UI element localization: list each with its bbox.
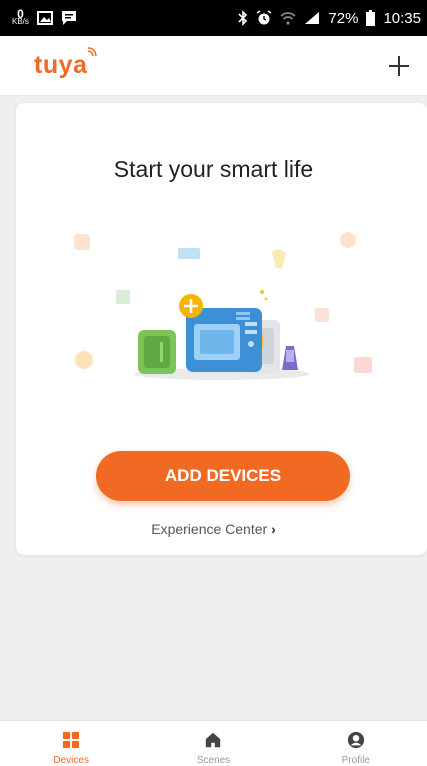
page-title: Start your smart life [113,156,314,182]
clock: 10:35 [383,9,421,27]
status-left: 0 KB/s [12,7,77,26]
tuya-logo: tuya [34,47,98,80]
tab-devices[interactable]: Devices [0,721,142,766]
alarm-icon [256,10,272,26]
bluetooth-icon [238,10,248,26]
tab-profile-label: Profile [341,755,370,766]
status-right: 72% 10:35 [238,10,421,27]
home-icon [206,732,221,748]
app-header: tuya [0,36,427,96]
image-notification-icon [36,11,53,25]
smart-devices-illustration [74,232,372,380]
status-bar: 0 KB/s 72% 10:35 [0,0,427,36]
add-icon[interactable] [385,52,413,80]
message-notification-icon [61,10,77,26]
chevron-right-icon: › [271,521,276,537]
tab-devices-label: Devices [53,755,89,766]
tab-scenes[interactable]: Scenes [142,721,284,766]
data-speed-indicator: 0 KB/s [12,7,29,26]
tab-scenes-label: Scenes [196,755,231,766]
experience-center-link[interactable]: Experience Center › [0,521,427,537]
tab-profile[interactable]: Profile [285,721,427,766]
experience-center-label: Experience Center [151,521,268,537]
bottom-tab-bar: Devices Scenes Profile [0,720,427,766]
battery-percent: 72% [328,9,359,27]
add-devices-button[interactable]: ADD DEVICES [96,451,350,501]
battery-icon [366,10,376,26]
logo-signal-icon [88,47,98,57]
grid-icon [63,731,80,749]
profile-icon [347,731,364,749]
signal-icon [304,11,320,25]
wifi-icon [280,11,296,25]
